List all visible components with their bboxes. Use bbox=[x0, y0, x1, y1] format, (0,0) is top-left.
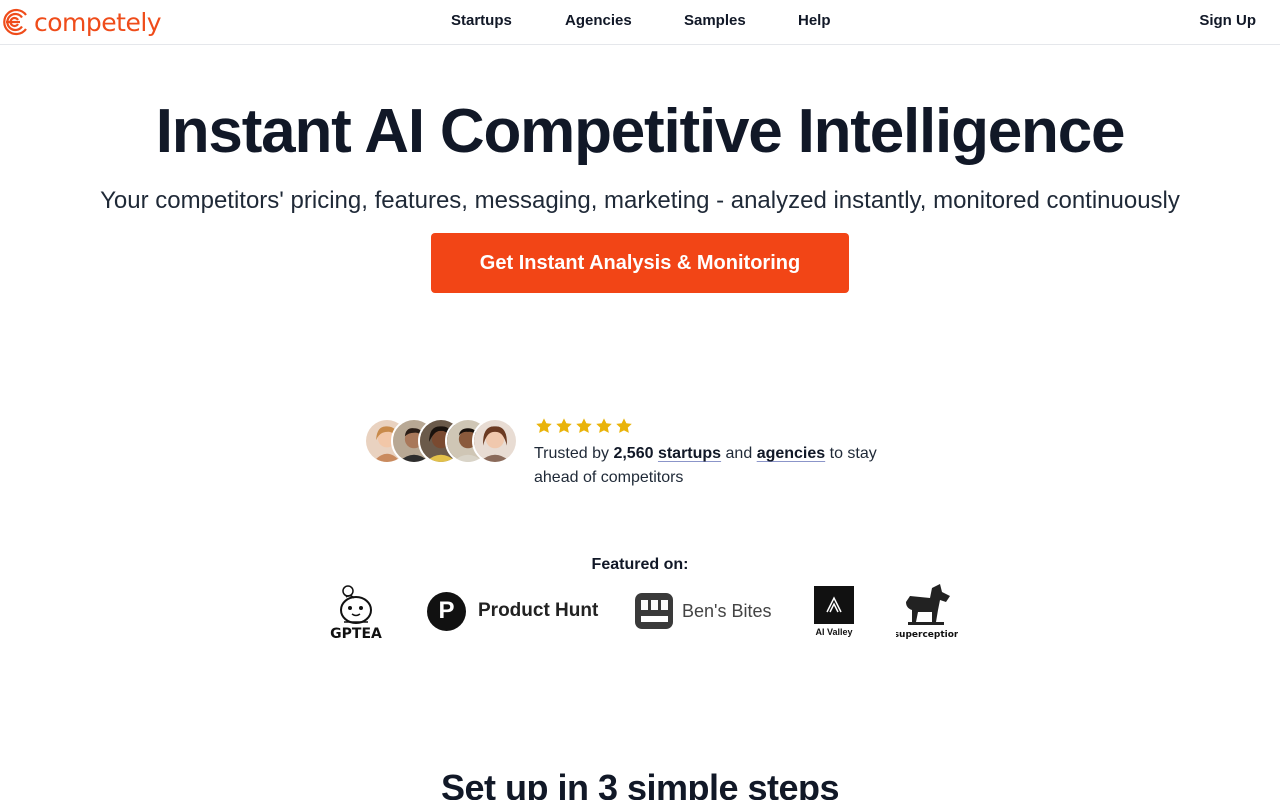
sign-up-link[interactable]: Sign Up bbox=[1199, 12, 1256, 30]
rating-stars bbox=[535, 417, 633, 435]
star-icon bbox=[616, 418, 632, 433]
avatar bbox=[472, 418, 518, 464]
gptea-logo[interactable]: GPTEA bbox=[324, 582, 388, 642]
star-icon bbox=[596, 418, 612, 433]
agencies-link[interactable]: agencies bbox=[757, 445, 825, 462]
product-hunt-icon: P bbox=[427, 591, 466, 631]
nav-agencies[interactable]: Agencies bbox=[565, 12, 632, 30]
star-icon bbox=[556, 418, 572, 433]
star-icon bbox=[536, 418, 552, 433]
product-hunt-logo[interactable]: P Product Hunt bbox=[427, 591, 599, 631]
bens-bites-text: Ben's Bites bbox=[682, 600, 772, 621]
superception-logo[interactable]: superception bbox=[894, 582, 960, 642]
hero-subtitle: Your competitors' pricing, features, mes… bbox=[100, 187, 1180, 214]
trust-and: and bbox=[725, 445, 753, 462]
nav-startups[interactable]: Startups bbox=[451, 12, 512, 30]
product-hunt-text: Product Hunt bbox=[478, 600, 599, 621]
customer-count: 2,560 bbox=[613, 445, 654, 462]
main-nav: Startups Agencies Samples Help bbox=[0, 0, 1280, 44]
gptea-text: GPTEA bbox=[330, 626, 382, 642]
ai-valley-logo[interactable]: AI Valley bbox=[814, 586, 854, 642]
star-icon bbox=[576, 418, 592, 433]
nav-samples[interactable]: Samples bbox=[684, 12, 746, 30]
trust-text: Trusted by 2,560 startups and agencies t… bbox=[534, 442, 914, 490]
site-header: competely Startups Agencies Samples Help… bbox=[0, 0, 1280, 45]
superception-text: superception bbox=[896, 630, 958, 640]
ai-valley-text: AI Valley bbox=[815, 627, 853, 637]
hero-title: Instant AI Competitive Intelligence bbox=[155, 97, 1126, 166]
trust-prefix: Trusted by bbox=[534, 445, 609, 462]
get-analysis-button[interactable]: Get Instant Analysis & Monitoring bbox=[431, 233, 849, 293]
bens-bites-icon bbox=[635, 593, 673, 629]
ai-valley-icon bbox=[814, 586, 854, 624]
featured-label: Featured on: bbox=[591, 556, 689, 573]
startups-link[interactable]: startups bbox=[658, 445, 721, 462]
nav-help[interactable]: Help bbox=[798, 12, 831, 30]
steps-title: Set up in 3 simple steps bbox=[440, 767, 840, 800]
bens-bites-logo[interactable]: Ben's Bites bbox=[634, 592, 771, 630]
customer-avatars bbox=[364, 418, 524, 464]
